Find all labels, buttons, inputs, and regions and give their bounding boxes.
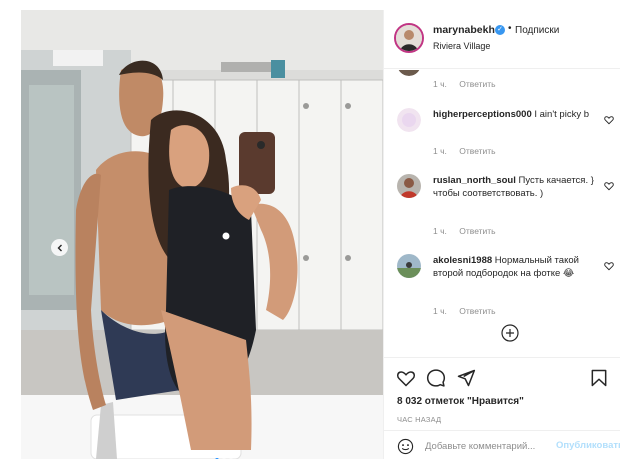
bookmark-icon[interactable] xyxy=(589,368,609,388)
reply-button[interactable]: Ответить xyxy=(459,226,495,236)
comment-avatar[interactable] xyxy=(397,108,421,132)
reply-button[interactable]: Ответить xyxy=(459,146,495,156)
plus-circle-icon[interactable] xyxy=(501,324,519,342)
comment-meta: 1 ч. Ответить xyxy=(433,226,506,236)
comment-like-heart-icon[interactable] xyxy=(604,115,614,125)
comment-like-heart-icon[interactable] xyxy=(604,181,614,191)
comment-meta: 1 ч. Ответить xyxy=(433,79,506,89)
author-avatar[interactable] xyxy=(394,23,424,53)
comment-icon[interactable] xyxy=(426,368,446,388)
comment-username[interactable]: higherperceptions000 xyxy=(433,109,532,120)
verified-icon: ✓ xyxy=(495,25,505,35)
comment-input[interactable] xyxy=(425,439,551,454)
comment-time: 1 ч. xyxy=(433,146,447,156)
comment-avatar[interactable] xyxy=(397,70,421,76)
chevron-left-icon xyxy=(57,244,62,251)
emoji-icon[interactable] xyxy=(397,438,414,455)
comment-time: 1 ч. xyxy=(433,79,447,89)
comment-text: I ain't picky b xyxy=(534,109,589,120)
share-icon[interactable] xyxy=(456,368,476,388)
add-comment-bar: Опубликовать xyxy=(384,430,620,459)
comment-meta: 1 ч. Ответить xyxy=(433,306,506,316)
comment-time: 1 ч. xyxy=(433,226,447,236)
publish-button[interactable]: Опубликовать xyxy=(556,440,620,451)
comment-username[interactable]: ruslan_north_soul xyxy=(433,175,516,186)
comment-avatar[interactable] xyxy=(397,174,421,198)
comment-meta: 1 ч. Ответить xyxy=(433,146,506,156)
follow-separator: • xyxy=(508,23,512,34)
post-location[interactable]: Riviera Village xyxy=(433,41,490,51)
post-side-panel: marynabekh ✓ • Подписки Riviera Village … xyxy=(383,10,620,459)
following-button[interactable]: Подписки xyxy=(515,25,559,36)
comment-time: 1 ч. xyxy=(433,306,447,316)
comment-body: higherperceptions000 I ain't picky b xyxy=(433,108,598,121)
post-actions: 8 032 отметок "Нравится" ЧАС НАЗАД Опубл… xyxy=(384,357,620,459)
heart-icon[interactable] xyxy=(396,368,416,388)
author-username[interactable]: marynabekh xyxy=(433,24,495,36)
comment-body: ruslan_north_soul Пусть качается. } чтоб… xyxy=(433,174,598,200)
comments-list[interactable]: 1 ч. Ответить higherperceptions000 I ain… xyxy=(384,70,620,356)
carousel-prev-button[interactable] xyxy=(51,239,68,256)
reply-button[interactable]: Ответить xyxy=(459,306,495,316)
likes-count[interactable]: 8 032 отметок "Нравится" xyxy=(397,396,524,407)
comment-like-heart-icon[interactable] xyxy=(604,261,614,271)
post-header: marynabekh ✓ • Подписки Riviera Village xyxy=(384,10,620,69)
post-photo[interactable] xyxy=(21,10,383,459)
comment-avatar[interactable] xyxy=(397,254,421,278)
post-time[interactable]: ЧАС НАЗАД xyxy=(397,415,441,424)
reply-button[interactable]: Ответить xyxy=(459,79,495,89)
comment-username[interactable]: akolesni1988 xyxy=(433,255,492,266)
comment-body: akolesni1988 Нормальный такой второй под… xyxy=(433,254,598,280)
